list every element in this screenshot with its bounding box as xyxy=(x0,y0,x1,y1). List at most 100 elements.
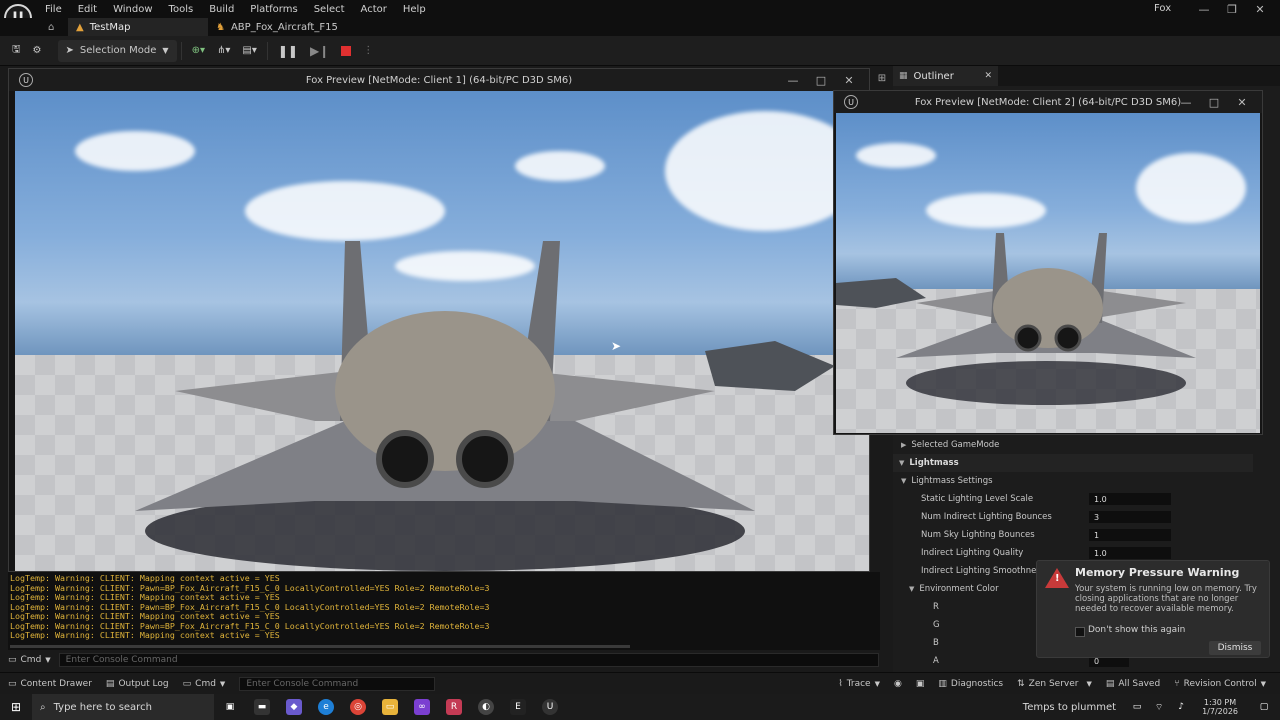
cmd-dropdown[interactable]: ▭ Cmd ▼ xyxy=(183,679,226,689)
screenshot-icon[interactable]: ▣ xyxy=(916,679,925,689)
close-icon[interactable]: ✕ xyxy=(1246,3,1274,16)
f15-aircraft-rear-view xyxy=(836,233,1196,405)
client2-game-viewport[interactable] xyxy=(836,113,1260,433)
network-icon[interactable]: ⌔ xyxy=(1151,699,1167,715)
taskbar-search[interactable]: ⌕ Type here to search xyxy=(32,694,214,720)
prop-label: Static Lighting Level Scale xyxy=(921,494,1034,504)
category-selected-gamemode[interactable]: ▶ Selected GameMode xyxy=(893,436,1253,454)
task-view-icon[interactable]: ▣ xyxy=(222,699,238,715)
close-icon[interactable]: ✕ xyxy=(835,74,863,87)
toolbar-divider xyxy=(266,41,268,60)
step-icon[interactable]: ▶❙ xyxy=(304,40,335,62)
blueprints-icon[interactable]: ⋔▾ xyxy=(211,40,236,62)
github-icon[interactable]: ◐ xyxy=(478,699,494,715)
group-lightmass-settings[interactable]: ▼ Lightmass Settings xyxy=(893,472,1253,490)
dismiss-button[interactable]: Dismiss xyxy=(1209,641,1261,655)
terminal-icon[interactable]: ▬ xyxy=(254,699,270,715)
clock[interactable]: 1:30 PM 1/7/2026 xyxy=(1202,698,1238,716)
file-explorer-icon[interactable]: ▭ xyxy=(382,699,398,715)
menu-platforms[interactable]: Platforms xyxy=(250,4,297,15)
chevron-down-icon[interactable]: ▼ xyxy=(45,656,50,664)
prop-static-lighting-level-scale: Static Lighting Level Scale 1.0 xyxy=(893,490,1253,508)
add-actor-icon[interactable]: ⊕▾ xyxy=(186,40,211,62)
menu-window[interactable]: Window xyxy=(113,4,152,15)
client1-game-viewport[interactable]: ➤ xyxy=(15,91,869,571)
menu-actor[interactable]: Actor xyxy=(361,4,387,15)
level-icon: ▲ xyxy=(76,21,84,33)
chevron-down-icon: ▼ xyxy=(219,679,226,688)
unreal-editor-icon[interactable]: U xyxy=(542,699,558,715)
prop-label: Num Indirect Lighting Bounces xyxy=(921,512,1052,522)
dont-show-again-checkbox[interactable] xyxy=(1075,627,1085,637)
log-line: LogTemp: Warning: CLIENT: Mapping contex… xyxy=(10,630,280,640)
minimize-icon[interactable]: — xyxy=(1172,96,1200,109)
close-icon[interactable]: ✕ xyxy=(1228,96,1256,109)
output-log-button[interactable]: ▤ Output Log xyxy=(106,679,169,689)
home-icon[interactable]: ⌂ xyxy=(48,22,62,33)
menu-tools[interactable]: Tools xyxy=(169,4,194,15)
maximize-icon[interactable]: □ xyxy=(807,74,835,87)
cinematics-icon[interactable]: ▤▾ xyxy=(236,40,262,62)
maximize-icon[interactable]: ❐ xyxy=(1218,3,1246,16)
windows-start-icon[interactable]: ⊞ xyxy=(8,699,24,715)
prop-value-input[interactable]: 1 xyxy=(1089,529,1171,541)
record-icon[interactable]: ◉ xyxy=(894,679,902,689)
revision-control-dropdown[interactable]: ⑂ Revision Control ▼ xyxy=(1174,679,1266,689)
diagnostics-button[interactable]: ▥ Diagnostics xyxy=(938,679,1003,689)
log-horizontal-scrollbar[interactable] xyxy=(10,645,630,648)
copilot-icon[interactable]: ◆ xyxy=(286,699,302,715)
prop-value-input[interactable]: 3 xyxy=(1089,511,1171,523)
minimize-icon[interactable]: — xyxy=(779,74,807,87)
weather-text[interactable]: Temps to plummet xyxy=(1023,702,1116,713)
volume-icon[interactable]: ♪ xyxy=(1173,699,1189,715)
minimize-icon[interactable]: — xyxy=(1190,3,1218,16)
tab-abp-fox-aircraft[interactable]: ♞ ABP_Fox_Aircraft_F15 xyxy=(208,18,350,36)
category-lightmass[interactable]: ▼ Lightmass xyxy=(893,454,1253,472)
menu-build[interactable]: Build xyxy=(209,4,234,15)
save-icon[interactable]: 🖫 xyxy=(6,40,27,62)
maximize-icon[interactable]: □ xyxy=(1200,96,1228,109)
menu-file[interactable]: File xyxy=(45,4,62,15)
epic-games-icon[interactable]: E xyxy=(510,699,526,715)
console-cmd-dropdown[interactable]: Cmd xyxy=(21,655,42,665)
selection-mode-dropdown[interactable]: ➤ Selection Mode ▼ xyxy=(57,39,177,62)
cmd-label: Cmd xyxy=(195,678,216,689)
user-name: Fox xyxy=(1154,3,1172,14)
tab-outliner[interactable]: ▦ Outliner ✕ xyxy=(893,66,998,86)
console-command-input[interactable]: Enter Console Command xyxy=(58,653,879,667)
all-saved-button[interactable]: ▤ All Saved xyxy=(1106,679,1160,689)
menu-help[interactable]: Help xyxy=(403,4,426,15)
more-options-icon[interactable]: ⋮ xyxy=(357,40,379,62)
client1-titlebar[interactable]: U Fox Preview [NetMode: Client 1] (64-bi… xyxy=(9,69,869,91)
chevron-down-icon: ▼ xyxy=(874,679,880,688)
notifications-icon[interactable]: ▢ xyxy=(1256,699,1272,715)
client2-titlebar[interactable]: U Fox Preview [NetMode: Client 2] (64-bi… xyxy=(834,91,1262,113)
edge-icon[interactable]: e xyxy=(318,699,334,715)
tab-testmap[interactable]: ▲ TestMap xyxy=(68,18,208,36)
output-log[interactable]: LogTemp: Warning: CLIENT: Mapping contex… xyxy=(8,572,880,650)
source-control-icon[interactable]: ⚙ xyxy=(27,40,48,62)
trace-dropdown[interactable]: ⌇ Trace ▼ xyxy=(838,679,880,689)
prop-value-input[interactable]: 1.0 xyxy=(1089,493,1171,505)
menu-select[interactable]: Select xyxy=(314,4,345,15)
chrome-icon[interactable]: ◎ xyxy=(350,699,366,715)
console-bar: ▭ Cmd ▼ Enter Console Command xyxy=(0,650,893,670)
pause-icon[interactable]: ❚❚ xyxy=(272,40,304,62)
prop-value-input[interactable]: 1.0 xyxy=(1089,547,1171,559)
layout-icon[interactable]: ⊞ xyxy=(872,70,892,86)
menu-edit[interactable]: Edit xyxy=(78,4,97,15)
all-saved-label: All Saved xyxy=(1118,678,1161,689)
chevron-down-icon: ▼ xyxy=(1086,679,1092,688)
close-icon[interactable]: ✕ xyxy=(984,71,992,81)
content-drawer-button[interactable]: ▭ Content Drawer xyxy=(8,679,92,689)
stop-icon[interactable] xyxy=(335,40,357,62)
chevron-down-icon: ▼ xyxy=(909,585,915,593)
zen-server-dropdown[interactable]: ⇅ Zen Server ▼ xyxy=(1017,679,1092,689)
status-console-input[interactable]: Enter Console Command xyxy=(239,676,436,691)
prop-label: Indirect Lighting Quality xyxy=(921,548,1024,558)
warning-icon: ! xyxy=(1045,568,1069,588)
tray-icon[interactable]: ▭ xyxy=(1129,699,1145,715)
console-icon: ▭ xyxy=(8,655,17,665)
visual-studio-icon[interactable]: ∞ xyxy=(414,699,430,715)
rider-icon[interactable]: R xyxy=(446,699,462,715)
